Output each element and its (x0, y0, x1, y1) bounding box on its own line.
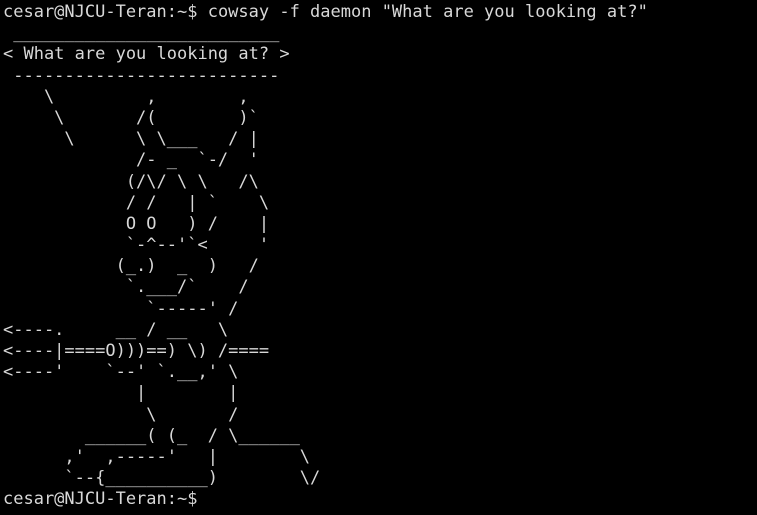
output-line: ______( (_ / \______ (3, 425, 300, 446)
output-line: O O ) / | (3, 213, 270, 234)
output-line: \ \ \___ / | (3, 129, 259, 150)
output-line: `-----' / (3, 298, 239, 319)
output-line: <----' `--' `.__,' \ (3, 362, 239, 383)
output-line: ,' ,-----' | \ (3, 446, 311, 467)
output-line: | | (3, 383, 239, 404)
output-line: <----|====O)))==) \) /==== (3, 341, 270, 361)
output-line: (/\/ \ \ /\ (3, 171, 259, 192)
terminal-window[interactable]: cesar@NJCU-Teran:~$ cowsay -f daemon "Wh… (0, 0, 757, 515)
output-line: (_.) _ ) / (3, 256, 259, 277)
output-line: -------------------------- (3, 65, 280, 86)
output-line: __________________________ (3, 23, 280, 44)
shell-prompt: cesar@NJCU-Teran:~$ (3, 2, 208, 22)
output-line: `.___/` / (3, 277, 249, 298)
terminal-output: cesar@NJCU-Teran:~$ cowsay -f daemon "Wh… (0, 0, 757, 511)
output-line: <----. __ / __ \ (3, 319, 229, 340)
command-text: cowsay -f daemon "What are you looking a… (207, 2, 648, 22)
command-line: cesar@NJCU-Teran:~$ cowsay -f daemon "Wh… (3, 2, 757, 23)
output-line: < What are you looking at? > (3, 44, 290, 65)
final-shell-prompt: cesar@NJCU-Teran:~$ (3, 489, 198, 510)
output-line: `--{__________) \/ (3, 468, 321, 489)
output-line: \ , , (3, 86, 249, 107)
output-line: / / | ` \ (3, 192, 270, 213)
output-line: `-^--'`< ' (3, 235, 270, 256)
output-line: /- _ `-/ ' (3, 150, 259, 171)
output-line: \ /( )` (3, 107, 259, 128)
output-line: \ / (3, 404, 239, 425)
final-prompt-line[interactable]: cesar@NJCU-Teran:~$ (3, 489, 757, 510)
